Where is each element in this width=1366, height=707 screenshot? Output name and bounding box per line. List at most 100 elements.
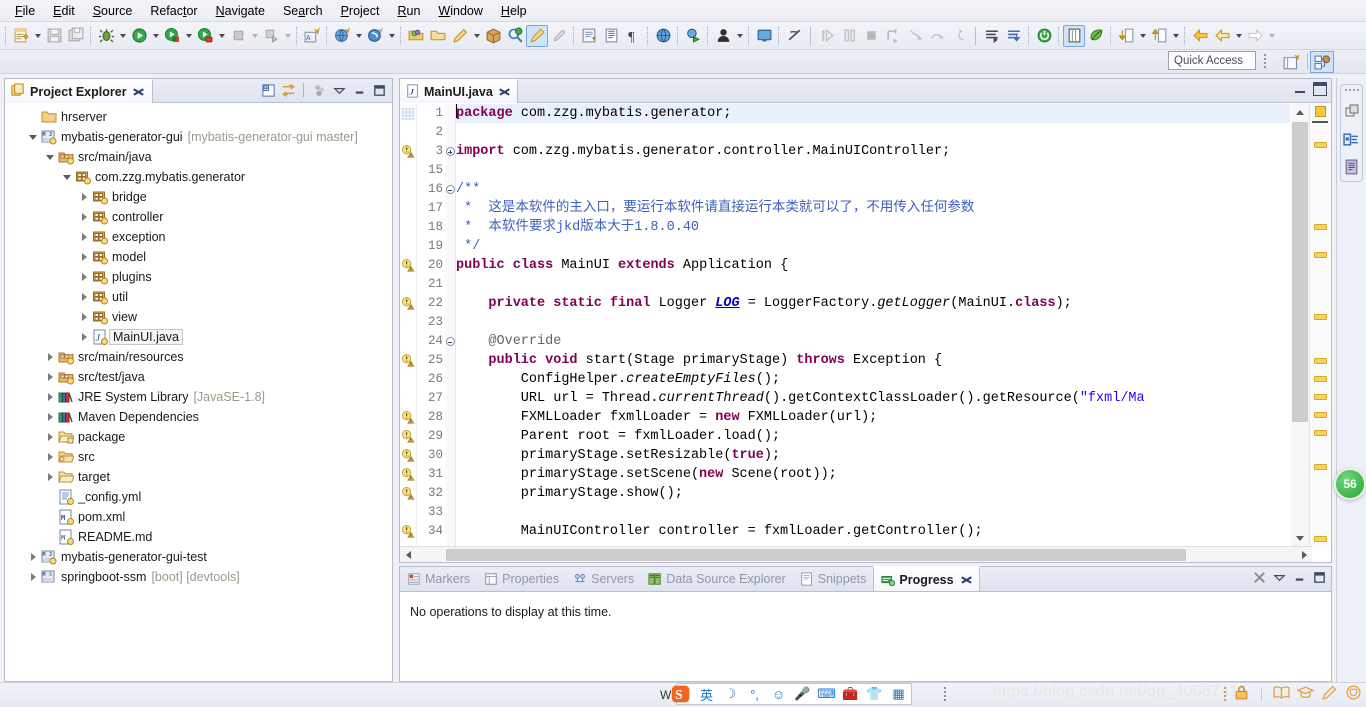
expand-arrow-icon[interactable] — [43, 430, 57, 444]
link-with-editor-icon[interactable] — [279, 81, 297, 99]
overview-warning-mark[interactable] — [1314, 358, 1327, 364]
code-line[interactable]: URL url = Thread.currentThread().getCont… — [456, 389, 1290, 408]
brush-icon[interactable] — [526, 25, 548, 47]
minimize-icon[interactable] — [1292, 570, 1307, 588]
collapse-all-icon[interactable] — [259, 81, 277, 99]
run-external-tools-icon[interactable] — [161, 25, 183, 47]
voice-input-icon[interactable]: 🎤 — [794, 686, 811, 703]
code-line[interactable] — [456, 503, 1290, 522]
overview-warning-mark[interactable] — [1314, 536, 1327, 542]
book-open-icon[interactable] — [1273, 684, 1290, 704]
tree-row[interactable]: MJmybatis-generator-gui[mybatis-generato… — [5, 127, 392, 147]
code-line[interactable] — [456, 313, 1290, 332]
power-icon[interactable] — [1033, 25, 1055, 47]
overview-warning-mark[interactable] — [1314, 376, 1327, 382]
sogou-logo-icon[interactable]: S — [671, 684, 691, 704]
expand-arrow-icon[interactable] — [77, 230, 91, 244]
overview-warning-mark[interactable] — [1314, 394, 1327, 400]
minimize-icon[interactable] — [350, 81, 368, 99]
code-line[interactable]: /** — [456, 180, 1290, 199]
overview-warning-mark[interactable] — [1314, 314, 1327, 320]
tree-row[interactable]: MREADME.md — [5, 527, 392, 547]
run-dropdown[interactable] — [150, 25, 161, 47]
menu-item-project[interactable]: Project — [332, 2, 389, 20]
collapse-arrow-icon[interactable] — [60, 170, 74, 184]
tree-row[interactable]: MJmybatis-generator-gui-test — [5, 547, 392, 567]
tree-row[interactable]: JMainUI.java — [5, 327, 392, 347]
expand-arrow-icon[interactable] — [43, 350, 57, 364]
expand-arrow-icon[interactable] — [43, 370, 57, 384]
run-server-icon[interactable] — [682, 25, 704, 47]
task-repo-icon[interactable] — [1003, 25, 1025, 47]
tab-markers[interactable]: Markers — [400, 566, 477, 591]
scroll-thumb[interactable] — [1292, 122, 1308, 422]
code-line[interactable]: public void start(Stage primaryStage) th… — [456, 351, 1290, 370]
coverage-dropdown[interactable] — [216, 25, 227, 47]
new-java-project-icon[interactable]: A — [301, 25, 323, 47]
overview-warning-mark[interactable] — [1314, 464, 1327, 470]
tree-row[interactable]: com.zzg.mybatis.generator — [5, 167, 392, 187]
warning-marker-icon[interactable] — [400, 294, 416, 313]
terminal-icon[interactable] — [753, 25, 775, 47]
code-line[interactable] — [456, 123, 1290, 142]
code-line[interactable]: primaryStage.show(); — [456, 484, 1290, 503]
tree-row[interactable]: src/main/resources — [5, 347, 392, 367]
tree-row[interactable]: util — [5, 287, 392, 307]
warning-marker-icon[interactable] — [400, 351, 416, 370]
user-dropdown[interactable] — [734, 25, 745, 47]
save-all-icon[interactable] — [65, 25, 87, 47]
skip-breakpoints-icon[interactable] — [783, 25, 805, 47]
warning-marker-icon[interactable] — [400, 408, 416, 427]
project-tree[interactable]: hrserverMJmybatis-generator-gui[mybatis-… — [5, 104, 392, 681]
maximize-icon[interactable] — [370, 81, 388, 99]
globe-icon[interactable] — [652, 25, 674, 47]
tree-row[interactable]: controller — [5, 207, 392, 227]
code-line[interactable]: import com.zzg.mybatis.generator.control… — [456, 142, 1290, 161]
skin-icon[interactable]: 👕 — [866, 686, 883, 703]
moon-icon[interactable]: ☽ — [722, 686, 739, 703]
pencil-icon[interactable] — [449, 25, 471, 47]
collapse-arrow-icon[interactable] — [43, 150, 57, 164]
expand-arrow-icon[interactable] — [43, 470, 57, 484]
tab-progress[interactable]: Progress — [873, 566, 979, 591]
package-icon[interactable] — [482, 25, 504, 47]
book-icon[interactable] — [578, 25, 600, 47]
console-view-icon[interactable] — [1342, 157, 1362, 177]
warning-marker-icon[interactable] — [400, 427, 416, 446]
code-line[interactable]: MainUIController controller = fxmlLoader… — [456, 522, 1290, 541]
view-menu-icon[interactable] — [1272, 570, 1287, 588]
cancel-all-icon[interactable] — [1252, 570, 1267, 588]
hscroll-thumb[interactable] — [446, 549, 1186, 561]
trophy-icon[interactable] — [1345, 684, 1362, 704]
fold-collapse-icon[interactable] — [445, 180, 455, 199]
export-icon[interactable] — [1148, 25, 1170, 47]
debug-icon[interactable] — [95, 25, 117, 47]
code-line[interactable]: Parent root = fxmlLoader.load(); — [456, 427, 1290, 446]
expand-arrow-icon[interactable] — [43, 410, 57, 424]
back-icon[interactable] — [1189, 25, 1211, 47]
code-line[interactable]: public class MainUI extends Application … — [456, 256, 1290, 275]
warning-marker-icon[interactable] — [400, 446, 416, 465]
expand-arrow-icon[interactable] — [77, 210, 91, 224]
restore-icon[interactable] — [1342, 101, 1362, 121]
overview-warning-mark[interactable] — [1314, 412, 1327, 418]
maximize-icon[interactable] — [1312, 570, 1327, 588]
new-spring-icon[interactable] — [364, 25, 386, 47]
warning-marker-icon[interactable] — [400, 522, 416, 541]
menu-item-run[interactable]: Run — [388, 2, 429, 20]
tree-row[interactable]: JRE System Library[JavaSE-1.8] — [5, 387, 392, 407]
overview-warning-mark[interactable] — [1314, 430, 1327, 436]
code-line[interactable]: * 本软件要求jkd版本大于1.8.0.40 — [456, 218, 1290, 237]
menu-item-source[interactable]: Source — [84, 2, 142, 20]
overview-warning-mark[interactable] — [1314, 252, 1327, 258]
editor-marker-gutter[interactable] — [400, 104, 417, 546]
expand-arrow-icon[interactable] — [77, 290, 91, 304]
overview-warning-mark[interactable] — [1314, 224, 1327, 230]
debug-dropdown[interactable] — [117, 25, 128, 47]
drag-handle[interactable] — [1345, 89, 1359, 91]
tree-row[interactable]: MSspringboot-ssm[boot] [devtools] — [5, 567, 392, 587]
tree-row[interactable]: model — [5, 247, 392, 267]
tree-row[interactable]: Mpom.xml — [5, 507, 392, 527]
run-external-dropdown[interactable] — [183, 25, 194, 47]
open-perspective-button[interactable] — [1280, 51, 1304, 73]
